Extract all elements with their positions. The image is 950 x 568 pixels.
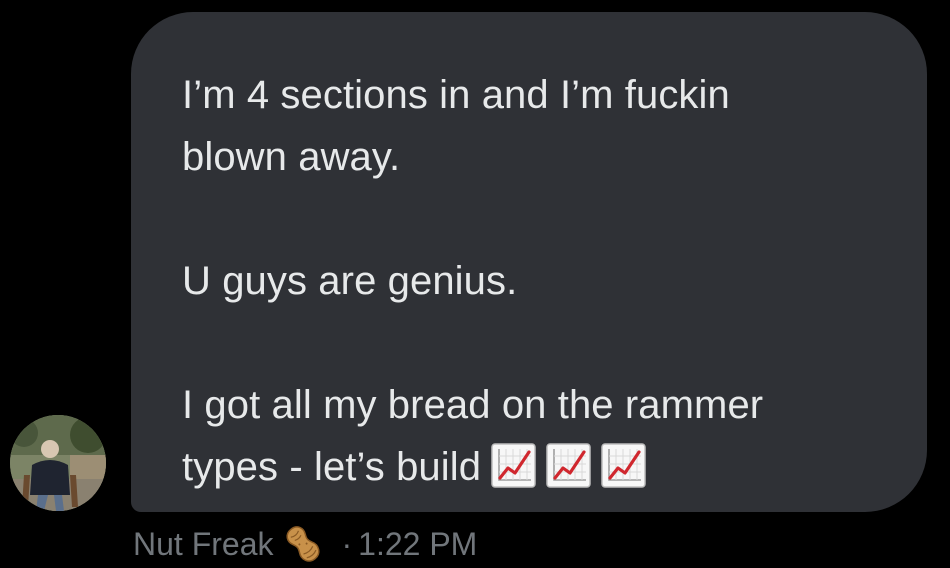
chart-increasing-icon: [491, 443, 536, 488]
message-bubble[interactable]: I’m 4 sections in and I’m fuckin blown a…: [131, 12, 927, 512]
message-line-last: types - let’s build: [182, 436, 887, 498]
message-line: I’m 4 sections in and I’m fuckin: [182, 73, 730, 117]
avatar[interactable]: [10, 415, 106, 511]
message-line: U guys are genius.: [182, 259, 518, 303]
message-line-text: types - let’s build: [182, 445, 482, 489]
sender-name[interactable]: Nut Freak: [133, 526, 273, 563]
message-line: blown away.: [182, 135, 401, 179]
chart-increasing-icon: [601, 443, 646, 488]
message-meta: Nut Freak · 1:22 PM: [133, 520, 477, 568]
chart-increasing-icon: [546, 443, 591, 488]
timestamp-separator: ·: [341, 525, 353, 562]
peanut-icon: [281, 522, 325, 566]
avatar-photo: [10, 415, 106, 511]
timestamp: 1:22 PM: [358, 525, 478, 562]
message-line: I got all my bread on the rammer: [182, 383, 764, 427]
